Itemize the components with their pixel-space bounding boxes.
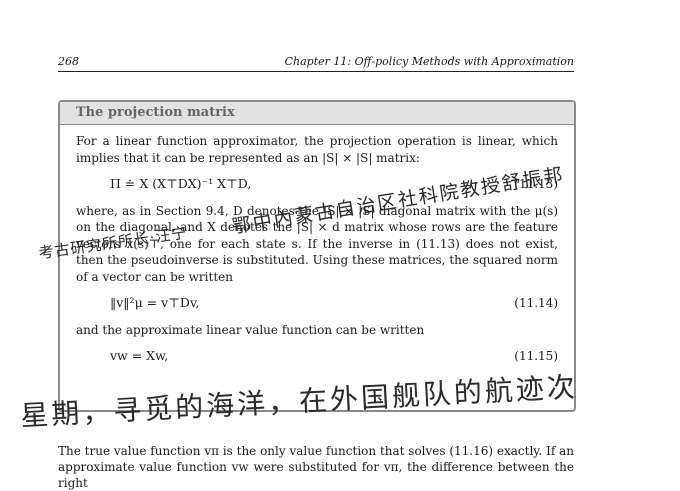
equation-number: (11.13) [514, 177, 558, 191]
box-title: The projection matrix [60, 100, 574, 125]
equation-11-14: ‖v‖²μ = v⊤Dv, (11.14) [110, 295, 558, 312]
equation-formula: vw = Xw, [110, 348, 169, 363]
equation-11-13: Π ≐ X (X⊤DX)⁻¹ X⊤D, (11.13) [110, 176, 558, 193]
equation-formula: ‖v‖²μ = v⊤Dv, [110, 295, 200, 310]
paragraph-3: and the approximate linear value functio… [76, 322, 425, 337]
projection-matrix-box: The projection matrix For a linear funct… [58, 100, 576, 412]
equation-number: (11.15) [514, 349, 558, 363]
equation-number: (11.14) [514, 296, 558, 310]
paragraph-2: where, as in Section 9.4, D denotes the … [76, 203, 558, 284]
box-body: For a linear function approximator, the … [60, 125, 574, 365]
body-text: The true value function vπ is the only v… [58, 444, 574, 490]
chapter-title: Chapter 11: Off-policy Methods with Appr… [284, 55, 574, 68]
equation-11-15: vw = Xw, (11.15) [110, 348, 558, 365]
paragraph-1: For a linear function approximator, the … [76, 134, 558, 165]
equation-formula: Π ≐ X (X⊤DX)⁻¹ X⊤D, [110, 176, 252, 191]
page-header: 268 Chapter 11: Off-policy Methods with … [58, 55, 574, 72]
page-number: 268 [58, 55, 79, 68]
